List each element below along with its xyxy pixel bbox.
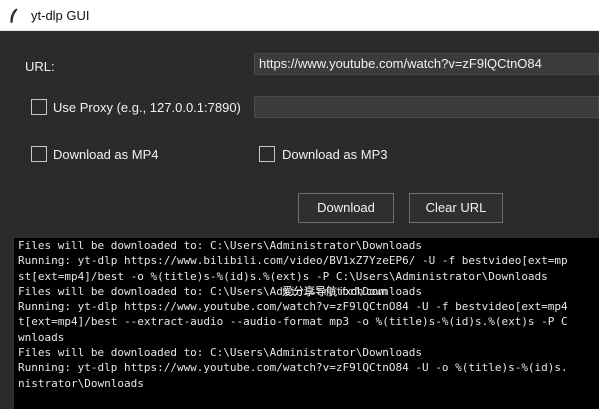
use-proxy-checkbox[interactable]	[31, 99, 47, 115]
url-label: URL:	[25, 59, 55, 74]
title-bar: yt-dlp GUI	[0, 0, 599, 31]
log-line: Files will be downloaded to: C:\Users\Ad…	[18, 346, 422, 360]
url-input[interactable]: https://www.youtube.com/watch?v=zF9lQCtn…	[254, 53, 599, 75]
mp4-checkbox[interactable]	[31, 146, 47, 162]
clear-url-button[interactable]: Clear URL	[409, 193, 503, 223]
proxy-input[interactable]	[254, 96, 599, 118]
log-line: Running: yt-dlp https://www.youtube.com/…	[18, 361, 568, 375]
use-proxy-label: Use Proxy (e.g., 127.0.0.1:7890)	[53, 100, 241, 115]
log-line: Running: yt-dlp https://www.bilibili.com…	[18, 254, 568, 268]
log-line: wnloads	[18, 330, 65, 344]
download-button[interactable]: Download	[298, 193, 394, 223]
mp3-checkbox[interactable]	[259, 146, 275, 162]
log-line: Files will be downloaded to: C:\Users\Ad…	[18, 239, 422, 252]
log-line: Running: yt-dlp https://www.youtube.com/…	[18, 300, 568, 314]
watermark-text: 爱分享导航 ifxdh.com	[282, 286, 388, 298]
log-line: st[ext=mp4]/best -o %(title)s-%(id)s.%(e…	[18, 269, 548, 283]
log-line: t[ext=mp4]/best --extract-audio --audio-…	[18, 315, 568, 329]
feather-app-icon	[10, 8, 18, 23]
mp4-label: Download as MP4	[53, 147, 159, 162]
output-log[interactable]: Files will be downloaded to: C:\Users\Ad…	[14, 238, 599, 409]
mp3-label: Download as MP3	[282, 147, 388, 162]
window-title: yt-dlp GUI	[31, 8, 90, 23]
log-line: nistrator\Downloads	[18, 376, 144, 390]
